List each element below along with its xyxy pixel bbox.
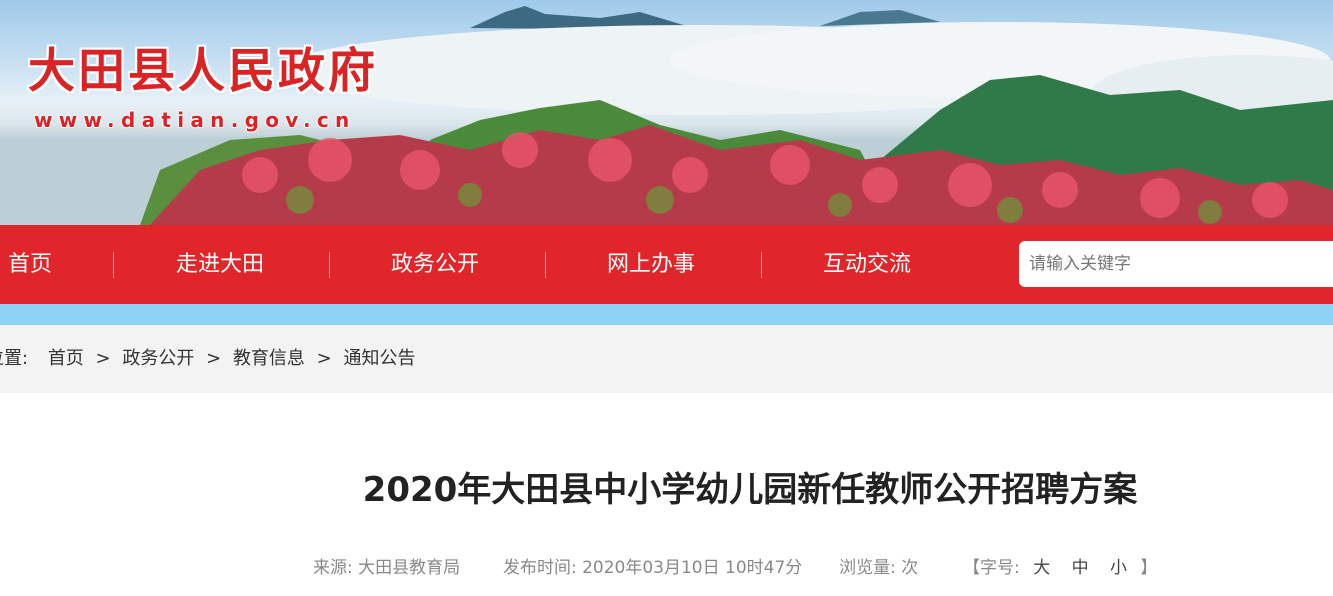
nav-item-gov-affairs[interactable]: 政务公开	[355, 225, 515, 304]
breadcrumb-separator: >	[316, 348, 332, 369]
nav-item-home[interactable]: 首页	[0, 225, 70, 304]
nav-divider	[545, 252, 546, 278]
breadcrumb: 位置: 首页 > 政务公开 > 教育信息 > 通知公告	[0, 325, 1333, 393]
article-title: 2020年大田县中小学幼儿园新任教师公开招聘方案	[362, 470, 1138, 510]
font-size-label: 【字号:	[963, 558, 1020, 578]
nav-item-interaction[interactable]: 互动交流	[787, 225, 947, 304]
article-source: 来源: 大田县教育局	[313, 558, 461, 578]
breadcrumb-separator: >	[206, 348, 222, 369]
article-views: 浏览量: 次	[839, 558, 919, 578]
search-input[interactable]	[1019, 241, 1333, 287]
nav-divider	[113, 252, 114, 278]
font-size-large-button[interactable]: 大	[1033, 558, 1050, 578]
font-size-small-button[interactable]: 小	[1110, 558, 1127, 578]
breadcrumb-item-gov-affairs[interactable]: 政务公开	[122, 325, 194, 393]
font-size-close: 】	[1140, 558, 1158, 578]
breadcrumb-separator: >	[95, 348, 111, 369]
article-meta: 来源: 大田县教育局 发布时间: 2020年03月10日 10时47分 浏览量:…	[313, 553, 1157, 578]
breadcrumb-lead: 位置:	[0, 348, 29, 369]
font-size-controls: 【字号: 大 中 小 】	[963, 553, 1157, 578]
accent-strip	[0, 304, 1333, 325]
nav-divider	[329, 252, 330, 278]
breadcrumb-item-education[interactable]: 教育信息	[233, 325, 305, 393]
site-url: www.datian.gov.cn	[34, 108, 356, 132]
breadcrumb-item-notices[interactable]: 通知公告	[344, 325, 416, 393]
main-nav: 首页 走进大田 政务公开 网上办事 互动交流	[0, 225, 1333, 304]
nav-item-online-services[interactable]: 网上办事	[571, 225, 731, 304]
nav-divider	[761, 252, 762, 278]
article-publish-time: 发布时间: 2020年03月10日 10时47分	[502, 558, 803, 578]
site-title: 大田县人民政府	[28, 44, 378, 99]
header-banner: 大田县人民政府 www.datian.gov.cn	[0, 0, 1333, 225]
font-size-medium-button[interactable]: 中	[1072, 558, 1089, 578]
nav-item-about[interactable]: 走进大田	[140, 225, 300, 304]
breadcrumb-item-home[interactable]: 首页	[48, 325, 84, 393]
